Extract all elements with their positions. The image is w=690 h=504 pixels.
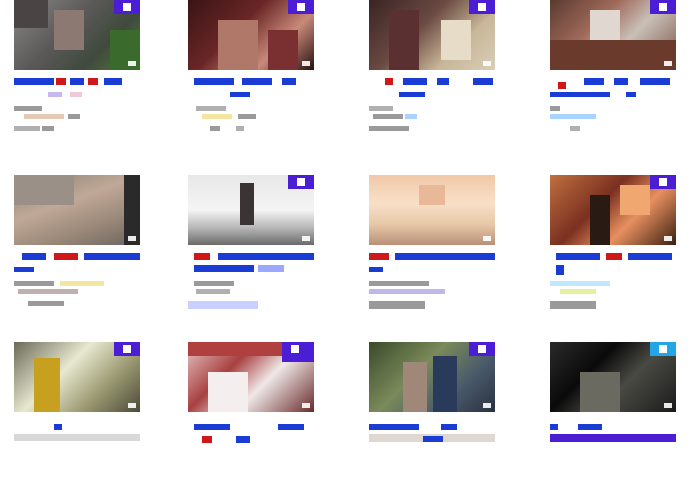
video-thumbnail[interactable] [14, 0, 140, 70]
video-stats [550, 301, 596, 309]
video-title[interactable] [385, 78, 393, 85]
playlist-badge [282, 342, 314, 362]
video-card[interactable] [550, 0, 676, 162]
video-thumbnail[interactable] [369, 0, 495, 70]
playlist-badge [469, 342, 495, 356]
video-card[interactable] [188, 342, 314, 504]
channel-name[interactable] [369, 281, 429, 286]
video-meta [550, 245, 676, 337]
playlist-badge [114, 342, 140, 356]
hd-icon [483, 61, 491, 66]
video-card[interactable] [188, 0, 314, 162]
video-card[interactable] [369, 342, 495, 504]
playlist-icon [123, 345, 131, 353]
video-stats [14, 126, 40, 131]
hd-icon [302, 61, 310, 66]
playlist-icon [659, 3, 667, 11]
video-thumbnail[interactable] [188, 0, 314, 70]
video-card[interactable] [550, 342, 676, 504]
video-stats [570, 126, 580, 131]
video-card[interactable] [369, 0, 495, 162]
video-meta [14, 245, 140, 337]
video-thumbnail[interactable] [550, 0, 676, 70]
video-title[interactable] [54, 424, 62, 430]
video-grid [0, 0, 690, 451]
channel-name[interactable] [369, 106, 393, 111]
video-title[interactable] [369, 424, 419, 430]
video-thumbnail[interactable] [14, 175, 140, 245]
video-card[interactable] [369, 175, 495, 337]
playlist-icon [297, 178, 305, 186]
video-thumbnail[interactable] [369, 175, 495, 245]
channel-name[interactable] [196, 106, 226, 111]
video-stats [188, 301, 258, 309]
video-card[interactable] [188, 175, 314, 337]
hd-icon [483, 236, 491, 241]
video-stats [28, 301, 64, 306]
channel-name[interactable] [550, 281, 610, 286]
video-meta [188, 245, 314, 337]
hd-icon [302, 236, 310, 241]
video-thumbnail[interactable] [188, 175, 314, 245]
video-title[interactable] [14, 78, 54, 85]
channel-name[interactable] [194, 281, 234, 286]
playlist-badge [469, 0, 495, 14]
video-title[interactable] [550, 424, 558, 430]
playlist-badge [650, 175, 676, 189]
video-card[interactable] [14, 175, 140, 337]
video-title[interactable] [558, 82, 566, 89]
video-stats [369, 126, 409, 131]
video-meta [14, 70, 140, 162]
video-meta [369, 245, 495, 337]
hd-icon [128, 236, 136, 241]
video-meta [14, 412, 140, 504]
video-stats [210, 126, 220, 131]
channel-name[interactable] [14, 281, 54, 286]
playlist-badge [288, 0, 314, 14]
hd-icon [664, 403, 672, 408]
video-meta [188, 412, 314, 504]
video-thumbnail[interactable] [369, 342, 495, 412]
playlist-icon [297, 3, 305, 11]
video-title[interactable] [194, 78, 234, 85]
playlist-badge [650, 342, 676, 356]
video-thumbnail[interactable] [550, 342, 676, 412]
video-stats [369, 301, 425, 309]
playlist-icon [123, 3, 131, 11]
hd-icon [128, 61, 136, 66]
hd-icon [302, 403, 310, 408]
video-card[interactable] [14, 0, 140, 162]
playlist-badge [650, 0, 676, 14]
playlist-icon [659, 178, 667, 186]
playlist-icon [659, 345, 667, 353]
hd-icon [664, 236, 672, 241]
playlist-icon [291, 345, 299, 353]
video-title[interactable] [194, 253, 210, 260]
video-meta [369, 70, 495, 162]
hd-icon [128, 403, 136, 408]
video-title[interactable] [22, 253, 46, 260]
video-meta [369, 412, 495, 504]
video-title[interactable] [556, 253, 600, 260]
playlist-badge [288, 175, 314, 189]
hd-icon [664, 61, 672, 66]
playlist-icon [478, 3, 486, 11]
video-card[interactable] [550, 175, 676, 337]
channel-name[interactable] [550, 106, 560, 111]
video-meta [550, 70, 676, 162]
video-thumbnail[interactable] [188, 342, 314, 412]
video-thumbnail[interactable] [550, 175, 676, 245]
playlist-icon [478, 345, 486, 353]
video-title[interactable] [194, 424, 230, 430]
hd-icon [483, 403, 491, 408]
playlist-badge [114, 0, 140, 14]
video-thumbnail[interactable] [14, 342, 140, 412]
video-meta [550, 412, 676, 504]
video-card[interactable] [14, 342, 140, 504]
video-title[interactable] [369, 253, 389, 260]
channel-name[interactable] [14, 106, 42, 111]
video-meta [188, 70, 314, 162]
